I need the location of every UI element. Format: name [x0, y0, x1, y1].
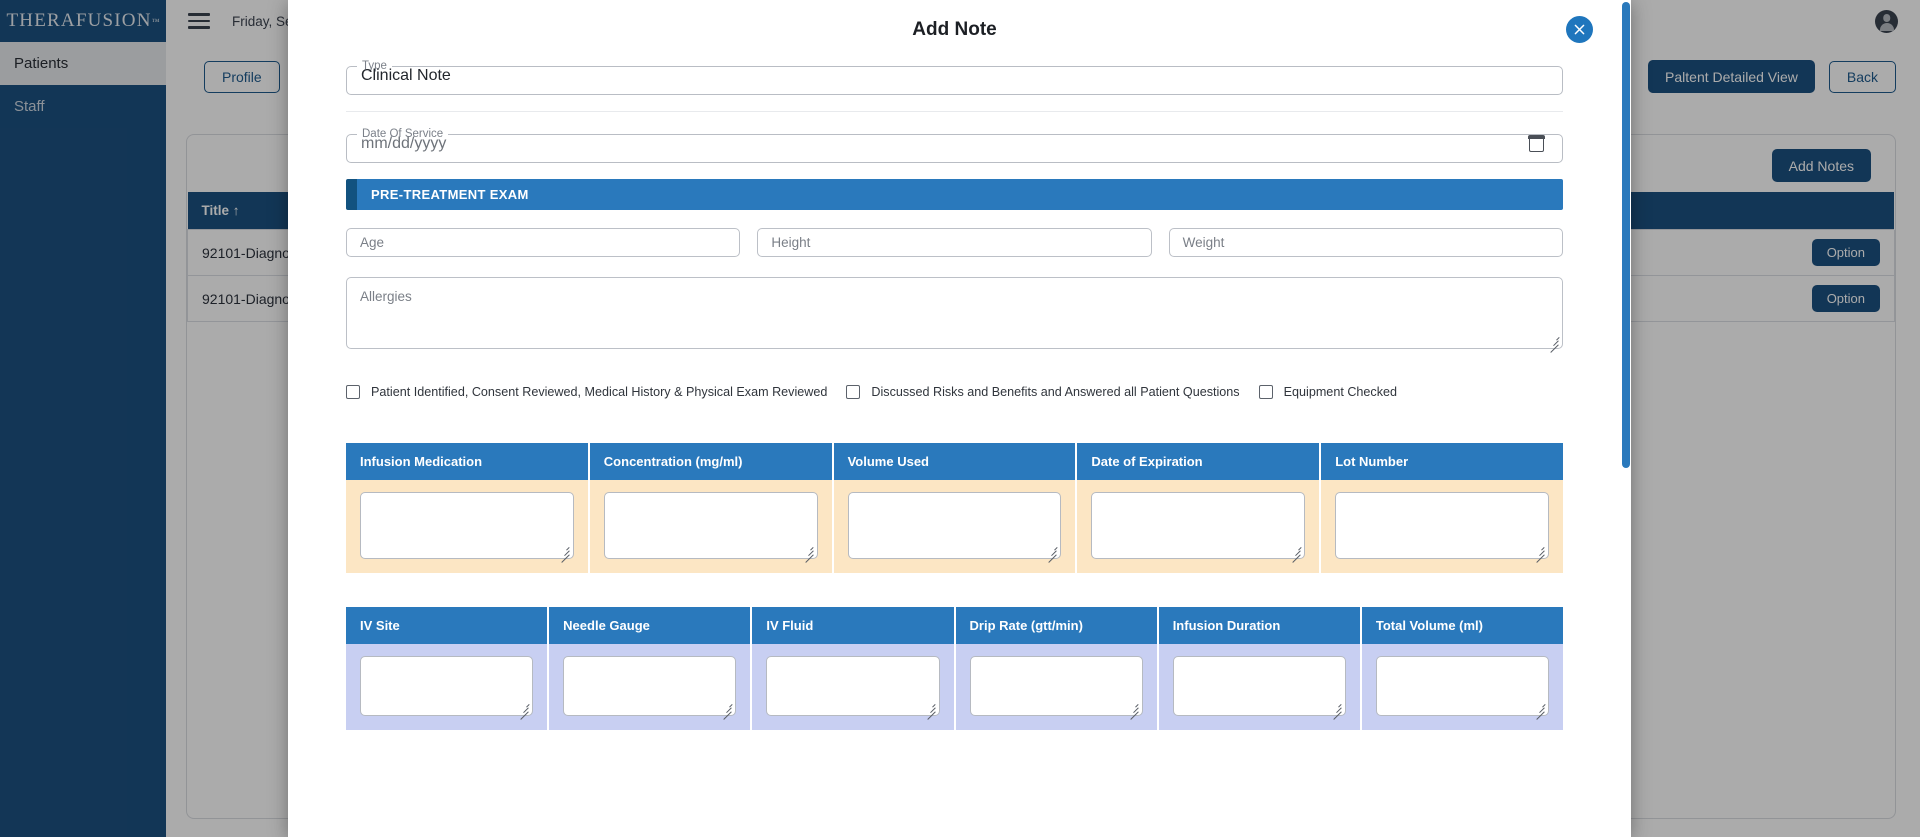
cell-date-of-expiration — [1077, 480, 1319, 573]
cell-iv-site — [346, 644, 547, 730]
column-header-iv-fluid: IV Fluid — [752, 607, 953, 644]
resize-handle-icon[interactable] — [518, 701, 529, 712]
medication-table: Infusion Medication Concentration (mg/ml… — [346, 443, 1563, 573]
column-header-iv-site: IV Site — [346, 607, 547, 644]
calendar-icon[interactable] — [1529, 136, 1544, 152]
column-header-needle-gauge: Needle Gauge — [549, 607, 750, 644]
infusion-duration-textarea[interactable] — [1173, 656, 1346, 716]
checkbox-label-risks-discussed: Discussed Risks and Benefits and Answere… — [871, 385, 1239, 399]
age-input[interactable]: Age — [346, 228, 740, 257]
cell-volume-used — [834, 480, 1076, 573]
date-row: mm/dd/yyyy — [361, 135, 1548, 153]
banner-accent-bar — [346, 179, 357, 210]
cell-lot-number — [1321, 480, 1563, 573]
column-header-total-volume: Total Volume (ml) — [1362, 607, 1563, 644]
resize-handle-icon[interactable] — [559, 544, 570, 555]
resize-handle-icon[interactable] — [803, 544, 814, 555]
column-header-concentration: Concentration (mg/ml) — [590, 443, 832, 480]
pre-treatment-exam-banner: PRE-TREATMENT EXAM — [346, 179, 1563, 210]
column-header-infusion-duration: Infusion Duration — [1159, 607, 1360, 644]
allergies-textarea[interactable]: Allergies — [346, 277, 1563, 349]
banner-title: PRE-TREATMENT EXAM — [357, 179, 1563, 210]
add-note-modal: Add Note Type Clinical Note Date Of Serv… — [288, 0, 1631, 837]
modal-header: Add Note — [288, 0, 1621, 60]
checkbox-patient-identified[interactable] — [346, 385, 360, 399]
checkbox-label-patient-identified: Patient Identified, Consent Reviewed, Me… — [371, 385, 827, 399]
resize-handle-icon[interactable] — [1548, 334, 1559, 345]
cell-concentration — [590, 480, 832, 573]
date-fieldset: Date Of Service mm/dd/yyyy — [346, 128, 1563, 163]
column-header-date-of-expiration: Date of Expiration — [1077, 443, 1319, 480]
iv-table: IV Site Needle Gauge IV Fluid Drip Rate … — [346, 607, 1563, 730]
date-of-expiration-textarea[interactable] — [1091, 492, 1305, 559]
height-input[interactable]: Height — [757, 228, 1151, 257]
lot-number-textarea[interactable] — [1335, 492, 1549, 559]
cell-needle-gauge — [549, 644, 750, 730]
column-header-lot-number: Lot Number — [1321, 443, 1563, 480]
modal-body: Type Clinical Note Date Of Service mm/dd… — [288, 60, 1621, 730]
resize-handle-icon[interactable] — [1534, 701, 1545, 712]
concentration-textarea[interactable] — [604, 492, 818, 559]
resize-handle-icon[interactable] — [721, 701, 732, 712]
checkbox-risks-discussed[interactable] — [846, 385, 860, 399]
cell-infusion-duration — [1159, 644, 1360, 730]
volume-used-textarea[interactable] — [848, 492, 1062, 559]
resize-handle-icon[interactable] — [925, 701, 936, 712]
resize-handle-icon[interactable] — [1331, 701, 1342, 712]
cell-infusion-medication — [346, 480, 588, 573]
modal-title: Add Note — [912, 19, 996, 41]
date-value-row: mm/dd/yyyy — [347, 140, 1562, 162]
column-header-drip-rate: Drip Rate (gtt/min) — [956, 607, 1157, 644]
cell-drip-rate — [956, 644, 1157, 730]
column-header-volume-used: Volume Used — [834, 443, 1076, 480]
needle-gauge-textarea[interactable] — [563, 656, 736, 716]
field-divider — [346, 111, 1563, 112]
resize-handle-icon[interactable] — [1128, 701, 1139, 712]
infusion-medication-textarea[interactable] — [360, 492, 574, 559]
total-volume-textarea[interactable] — [1376, 656, 1549, 716]
medication-table-row — [346, 480, 1563, 573]
vitals-input-row: Age Height Weight — [346, 228, 1563, 257]
type-value: Clinical Note — [347, 72, 1562, 94]
cell-iv-fluid — [752, 644, 953, 730]
type-fieldset: Type Clinical Note — [346, 60, 1563, 95]
resize-handle-icon[interactable] — [1534, 544, 1545, 555]
iv-table-row — [346, 644, 1563, 730]
iv-fluid-textarea[interactable] — [766, 656, 939, 716]
date-placeholder: mm/dd/yyyy — [361, 135, 446, 153]
close-icon[interactable] — [1566, 16, 1593, 43]
modal-scrollbar-track[interactable] — [1621, 0, 1631, 837]
checkbox-equipment-checked[interactable] — [1259, 385, 1273, 399]
weight-input[interactable]: Weight — [1169, 228, 1563, 257]
medication-table-header-row: Infusion Medication Concentration (mg/ml… — [346, 443, 1563, 480]
allergies-placeholder: Allergies — [360, 289, 412, 304]
iv-table-header-row: IV Site Needle Gauge IV Fluid Drip Rate … — [346, 607, 1563, 644]
date-of-service-field[interactable]: Date Of Service mm/dd/yyyy — [346, 128, 1563, 163]
type-field[interactable]: Type Clinical Note — [346, 60, 1563, 95]
resize-handle-icon[interactable] — [1046, 544, 1057, 555]
cell-total-volume — [1362, 644, 1563, 730]
modal-scrollbar-thumb[interactable] — [1622, 2, 1630, 468]
drip-rate-textarea[interactable] — [970, 656, 1143, 716]
checkbox-label-equipment-checked: Equipment Checked — [1284, 385, 1397, 399]
column-header-infusion-medication: Infusion Medication — [346, 443, 588, 480]
iv-site-textarea[interactable] — [360, 656, 533, 716]
modal-scroll-area: Add Note Type Clinical Note Date Of Serv… — [288, 0, 1621, 837]
attestation-checkbox-row: Patient Identified, Consent Reviewed, Me… — [346, 385, 1563, 399]
resize-handle-icon[interactable] — [1290, 544, 1301, 555]
